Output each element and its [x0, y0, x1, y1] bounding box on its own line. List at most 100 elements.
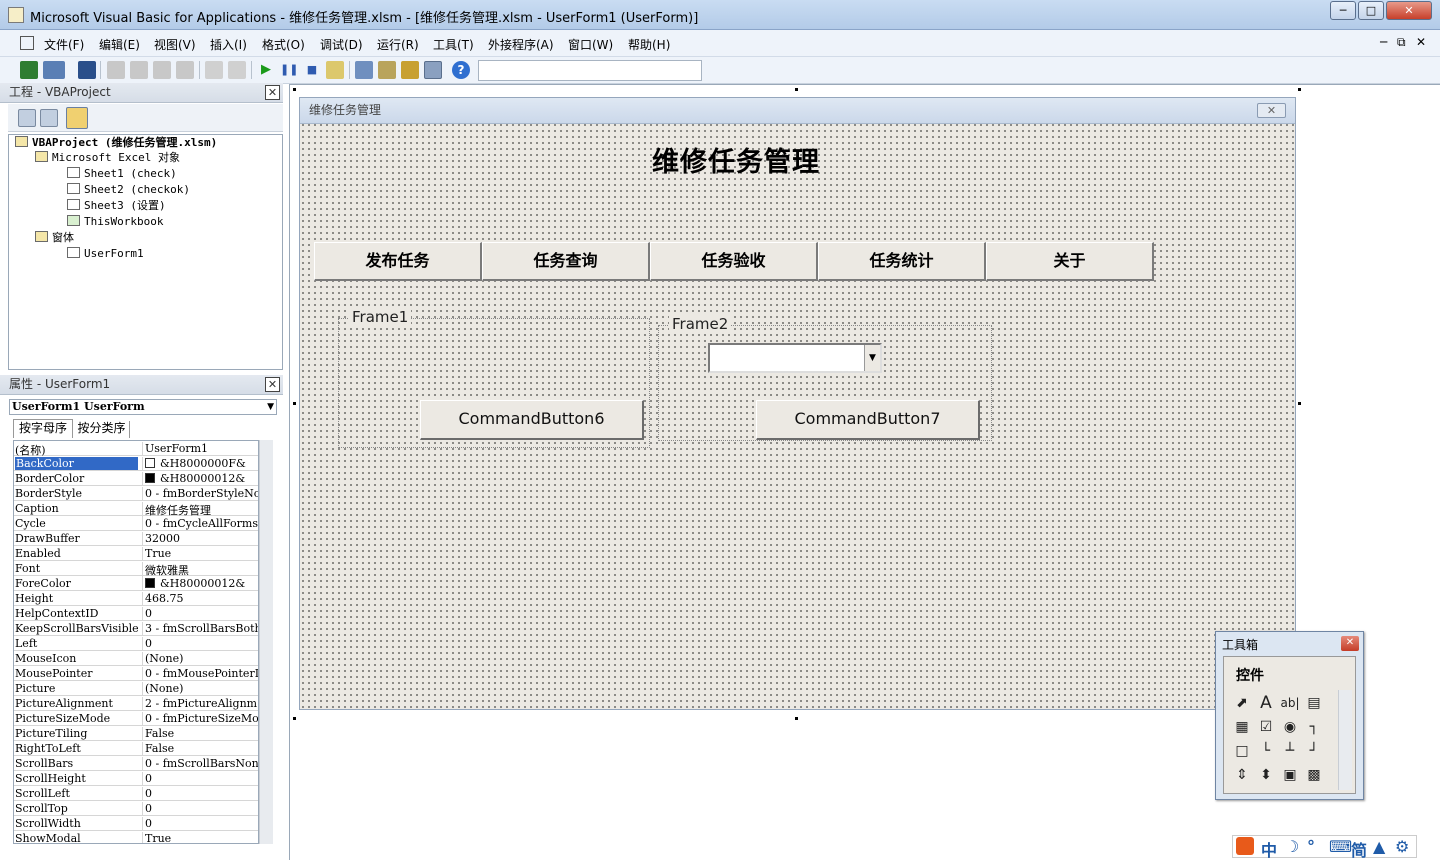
- resize-handle[interactable]: [794, 87, 799, 92]
- tree-node-sheet1[interactable]: Sheet1 (check): [67, 166, 177, 182]
- property-row[interactable]: RightToLeft False: [14, 741, 258, 756]
- chevron-down-icon[interactable]: ▼: [267, 400, 274, 414]
- property-row[interactable]: ScrollWidth 0: [14, 816, 258, 831]
- listbox-tool-icon[interactable]: ▦: [1232, 717, 1252, 737]
- tree-node-excel-objects[interactable]: Microsoft Excel 对象: [35, 150, 180, 166]
- property-row[interactable]: (名称) UserForm1: [14, 441, 258, 457]
- punctuation-icon[interactable]: °: [1307, 837, 1315, 856]
- tab-categorized[interactable]: 按分类序: [74, 421, 130, 438]
- copy-icon[interactable]: [130, 61, 148, 79]
- property-row[interactable]: PictureSizeMode 0 - fmPictureSizeMo: [14, 711, 258, 726]
- menu-addins[interactable]: 外接程序(A): [488, 36, 554, 53]
- properties-close-icon[interactable]: ✕: [265, 377, 280, 392]
- run-icon[interactable]: ▶: [257, 61, 275, 79]
- property-row[interactable]: ScrollBars 0 - fmScrollBarsNon: [14, 756, 258, 771]
- menu-edit[interactable]: 编辑(E): [99, 36, 140, 53]
- resize-handle[interactable]: [292, 401, 297, 406]
- label-tool-icon[interactable]: A: [1256, 693, 1276, 713]
- property-value[interactable]: 468.75: [142, 592, 258, 605]
- pause-icon[interactable]: ❚❚: [280, 61, 298, 79]
- minimize-button[interactable]: ─: [1330, 1, 1356, 20]
- button-task-statistics[interactable]: 任务统计: [818, 242, 986, 281]
- button-task-acceptance[interactable]: 任务验收: [650, 242, 818, 281]
- property-value[interactable]: 0: [142, 787, 258, 800]
- tree-node-vbaproject[interactable]: VBAProject (维修任务管理.xlsm): [15, 135, 217, 151]
- menu-tools[interactable]: 工具(T): [433, 36, 474, 53]
- close-button[interactable]: ✕: [1386, 1, 1432, 20]
- scrollbar-tool-icon[interactable]: ⇕: [1232, 765, 1252, 785]
- view-code-icon[interactable]: [18, 109, 36, 127]
- project-explorer-icon[interactable]: [355, 61, 373, 79]
- frame1[interactable]: Frame1 CommandButton6: [338, 308, 650, 448]
- excel-icon[interactable]: [20, 61, 38, 79]
- property-value[interactable]: 0: [142, 637, 258, 650]
- tab-alphabetic[interactable]: 按字母序: [13, 419, 73, 438]
- button-task-query[interactable]: 任务查询: [482, 242, 650, 281]
- optionbutton-tool-icon[interactable]: ◉: [1280, 717, 1300, 737]
- mdi-close-icon[interactable]: ✕: [1416, 35, 1426, 49]
- toolbox-scrollbar[interactable]: [1338, 690, 1352, 790]
- menu-file[interactable]: 文件(F): [44, 36, 84, 53]
- tree-node-thisworkbook[interactable]: ThisWorkbook: [67, 214, 163, 230]
- mdi-restore-icon[interactable]: ⧉: [1397, 35, 1406, 50]
- document-icon[interactable]: [20, 36, 34, 50]
- property-value[interactable]: 0 - fmBorderStyleNo: [142, 487, 258, 500]
- multipage-tool-icon[interactable]: ┘: [1304, 741, 1324, 761]
- help-icon[interactable]: ?: [452, 61, 470, 79]
- property-grid-scrollbar[interactable]: [259, 440, 273, 844]
- property-value[interactable]: 3 - fmScrollBarsBoth: [142, 622, 258, 635]
- stop-icon[interactable]: ■: [303, 61, 321, 79]
- property-row[interactable]: Picture (None): [14, 681, 258, 696]
- property-row[interactable]: PictureAlignment 2 - fmPictureAlignm: [14, 696, 258, 711]
- property-value[interactable]: 32000: [142, 532, 258, 545]
- save-icon[interactable]: [78, 61, 96, 79]
- object-browser-icon[interactable]: [401, 61, 419, 79]
- menu-help[interactable]: 帮助(H): [628, 36, 670, 53]
- commandbutton-tool-icon[interactable]: └: [1256, 741, 1276, 761]
- property-value[interactable]: False: [142, 742, 258, 755]
- object-selector[interactable]: UserForm1 UserForm ▼: [9, 399, 277, 415]
- settings-gear-icon[interactable]: ⚙: [1395, 837, 1409, 856]
- property-row[interactable]: Enabled True: [14, 546, 258, 561]
- property-value[interactable]: UserForm1: [142, 442, 258, 455]
- ime-logo-icon[interactable]: [1236, 837, 1254, 855]
- ime-simplified[interactable]: 简: [1351, 837, 1367, 860]
- toolbox-icon[interactable]: [424, 61, 442, 79]
- select-objects-icon[interactable]: ⬈: [1232, 693, 1252, 713]
- tree-node-sheet2[interactable]: Sheet2 (checkok): [67, 182, 190, 198]
- spinbutton-tool-icon[interactable]: ⬍: [1256, 765, 1276, 785]
- chevron-down-icon[interactable]: ▼: [864, 345, 880, 371]
- resize-handle[interactable]: [1297, 401, 1302, 406]
- textbox-tool-icon[interactable]: ab|: [1280, 693, 1300, 713]
- image-tool-icon[interactable]: ▣: [1280, 765, 1300, 785]
- toolbox-close-icon[interactable]: ✕: [1341, 636, 1359, 651]
- property-value[interactable]: 0: [142, 607, 258, 620]
- redo-icon[interactable]: [228, 61, 246, 79]
- property-row[interactable]: Height 468.75: [14, 591, 258, 606]
- mdi-minimize-icon[interactable]: ─: [1380, 35, 1387, 49]
- menu-window[interactable]: 窗口(W): [568, 36, 613, 53]
- toggle-folders-icon[interactable]: [66, 107, 88, 129]
- frame2[interactable]: Frame2 ▼ CommandButton7: [658, 315, 992, 441]
- property-row[interactable]: Left 0: [14, 636, 258, 651]
- maximize-button[interactable]: □: [1358, 1, 1384, 20]
- moon-icon[interactable]: ☽: [1285, 837, 1299, 856]
- form-heading-label[interactable]: 维修任务管理: [652, 140, 830, 178]
- property-value[interactable]: 0: [142, 772, 258, 785]
- menu-format[interactable]: 格式(O): [262, 36, 305, 53]
- view-object-icon[interactable]: [40, 109, 58, 127]
- property-value[interactable]: &H8000000F&: [142, 457, 258, 470]
- frame-tool-icon[interactable]: □: [1232, 741, 1252, 761]
- resize-handle[interactable]: [292, 87, 297, 92]
- resize-handle[interactable]: [292, 716, 297, 721]
- property-value[interactable]: True: [142, 547, 258, 560]
- property-row[interactable]: ShowModal True: [14, 831, 258, 843]
- property-value[interactable]: (None): [142, 682, 258, 695]
- toolbox-tab-controls[interactable]: 控件: [1236, 665, 1264, 685]
- tree-node-forms[interactable]: 窗体: [35, 230, 74, 246]
- property-value[interactable]: 0: [142, 817, 258, 830]
- property-row[interactable]: KeepScrollBarsVisible 3 - fmScrollBarsBot…: [14, 621, 258, 636]
- property-value[interactable]: 0 - fmScrollBarsNon: [142, 757, 258, 770]
- command-button-6[interactable]: CommandButton6: [420, 400, 644, 440]
- properties-window-icon[interactable]: [378, 61, 396, 79]
